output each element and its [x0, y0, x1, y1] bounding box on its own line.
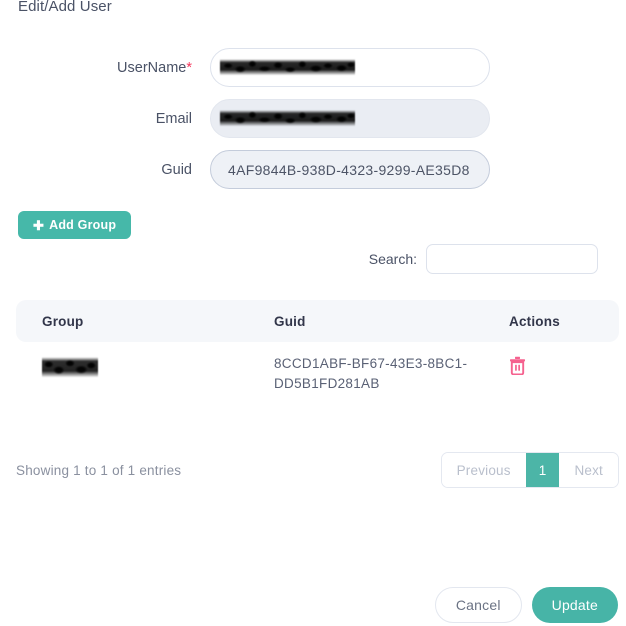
cell-actions — [509, 354, 619, 381]
search-label: Search: — [368, 251, 417, 267]
email-input-wrap — [210, 99, 490, 138]
search-input[interactable] — [426, 244, 598, 274]
bottom-actions: Cancel Update — [434, 587, 618, 623]
required-asterisk: * — [186, 59, 192, 76]
cell-group — [16, 354, 274, 380]
pagination-previous[interactable]: Previous — [441, 453, 526, 487]
email-label: Email — [155, 110, 192, 127]
username-label: UserName* — [0, 60, 210, 76]
pagination: Previous 1 Next — [440, 452, 619, 488]
plus-icon: ✚ — [33, 217, 45, 233]
pagination-next[interactable]: Next — [559, 453, 618, 487]
column-header-guid: Guid — [274, 313, 306, 329]
update-button[interactable]: Update — [531, 587, 618, 623]
table-row: 8CCD1ABF-BF67-43E3-8BC1-DD5B1FD281AB — [16, 342, 619, 412]
pagination-page-1[interactable]: 1 — [525, 453, 560, 487]
username-input-wrap — [210, 48, 490, 87]
username-label-text: UserName — [117, 59, 187, 76]
form-row-email: Email — [0, 99, 626, 138]
guid-label: Guid — [161, 161, 192, 178]
add-group-label: Add Group — [49, 218, 117, 232]
column-header-group: Group — [42, 313, 84, 329]
add-group-button[interactable]: ✚ Add Group — [18, 211, 132, 239]
guid-input[interactable] — [210, 150, 490, 189]
user-form: UserName* Email Guid — [0, 48, 626, 201]
email-input[interactable] — [210, 99, 490, 138]
column-header-actions: Actions — [509, 313, 560, 329]
cell-guid: 8CCD1ABF-BF67-43E3-8BC1-DD5B1FD281AB — [274, 356, 468, 391]
groups-table: Group Guid Actions 8CCD1ABF-BF67-43E3-8B… — [16, 300, 619, 412]
search-area: Search: — [369, 244, 598, 274]
form-row-username: UserName* — [0, 48, 626, 87]
form-row-guid: Guid — [0, 150, 626, 189]
cancel-button[interactable]: Cancel — [434, 587, 522, 623]
table-footer: Showing 1 to 1 of 1 entries Previous 1 N… — [16, 452, 619, 488]
trash-icon[interactable] — [509, 356, 619, 381]
entries-info: Showing 1 to 1 of 1 entries — [16, 462, 182, 478]
group-name-redaction — [42, 354, 98, 380]
table-header-row: Group Guid Actions — [16, 300, 619, 342]
page-title: Edit/Add User — [18, 0, 112, 15]
username-input[interactable] — [210, 48, 490, 87]
